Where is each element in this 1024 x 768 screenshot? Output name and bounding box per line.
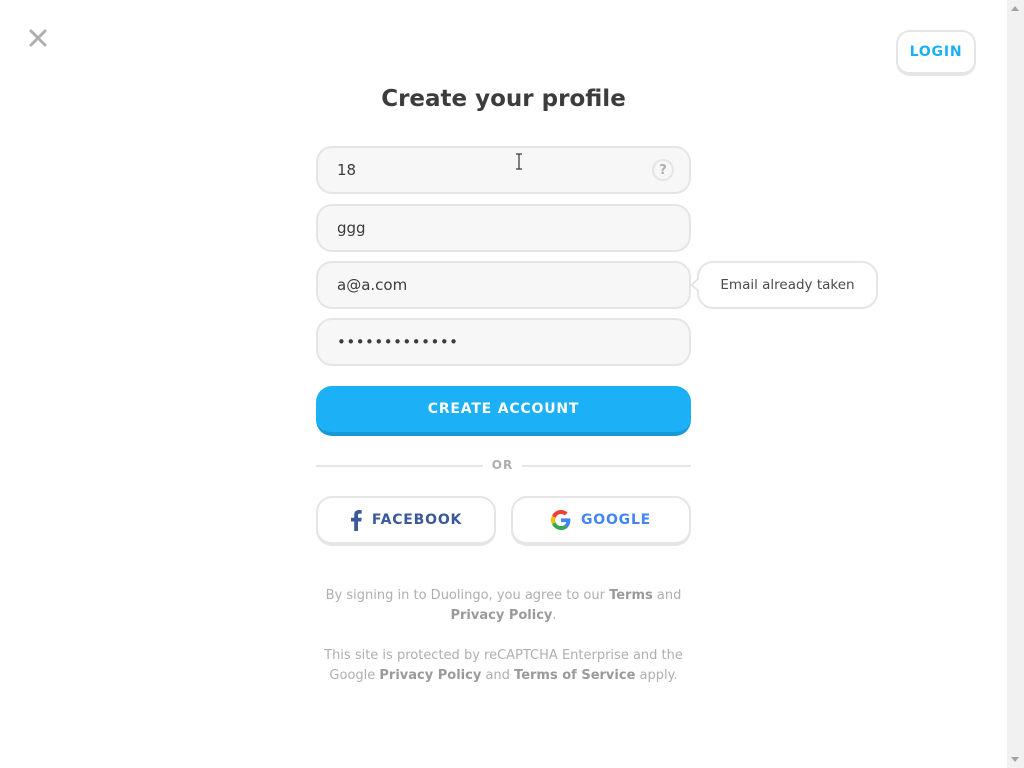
name-field[interactable]: ggg (316, 204, 691, 252)
age-field[interactable]: 18 ? (316, 146, 691, 194)
google-icon (550, 510, 571, 530)
google-label: GOOGLE (580, 512, 652, 528)
google-button[interactable]: GOOGLE (511, 496, 691, 546)
scroll-down-icon[interactable] (1011, 757, 1019, 762)
google-terms-link[interactable]: Terms of Service (514, 668, 635, 683)
email-error-tooltip: Email already taken (690, 261, 878, 309)
email-error-text: Email already taken (720, 277, 855, 293)
page-title: Create your profile (381, 86, 626, 112)
close-icon[interactable] (27, 27, 49, 49)
google-privacy-link[interactable]: Privacy Policy (379, 668, 481, 683)
password-value: ••••••••••••• (337, 333, 459, 351)
terms-notice-and: and (652, 588, 682, 603)
login-button[interactable]: LOGIN (896, 30, 976, 76)
recaptcha-notice: This site is protected by reCAPTCHA Ente… (310, 646, 697, 686)
question-icon[interactable]: ? (652, 159, 674, 181)
privacy-link[interactable]: Privacy Policy (450, 608, 552, 623)
terms-link[interactable]: Terms (609, 588, 653, 603)
facebook-button[interactable]: FACEBOOK (316, 496, 496, 546)
terms-notice: By signing in to Duolingo, you agree to … (310, 586, 697, 626)
create-account-button[interactable]: CREATE ACCOUNT (316, 386, 691, 436)
password-field[interactable]: ••••••••••••• (316, 318, 691, 366)
divider-label: OR (491, 458, 514, 472)
signup-page: LOGIN Create your profile 18 ? ggg a@a.c… (0, 0, 1024, 768)
text-cursor-icon (516, 153, 522, 170)
divider-line-left (316, 465, 483, 467)
name-value: ggg (337, 219, 366, 237)
scroll-up-icon[interactable] (1011, 6, 1019, 11)
email-field[interactable]: a@a.com (316, 261, 691, 309)
recaptcha-notice-apply: apply. (635, 668, 678, 683)
facebook-icon (350, 509, 362, 531)
terms-notice-text: By signing in to Duolingo, you agree to … (325, 588, 610, 603)
recaptcha-notice-and: and (481, 668, 515, 683)
age-value: 18 (337, 161, 357, 179)
divider-line-right (522, 465, 691, 467)
tooltip-arrow-inner (693, 278, 701, 292)
facebook-label: FACEBOOK (371, 512, 463, 528)
email-value: a@a.com (337, 276, 408, 294)
terms-notice-period: . (552, 608, 557, 623)
vertical-scrollbar[interactable] (1007, 0, 1024, 768)
